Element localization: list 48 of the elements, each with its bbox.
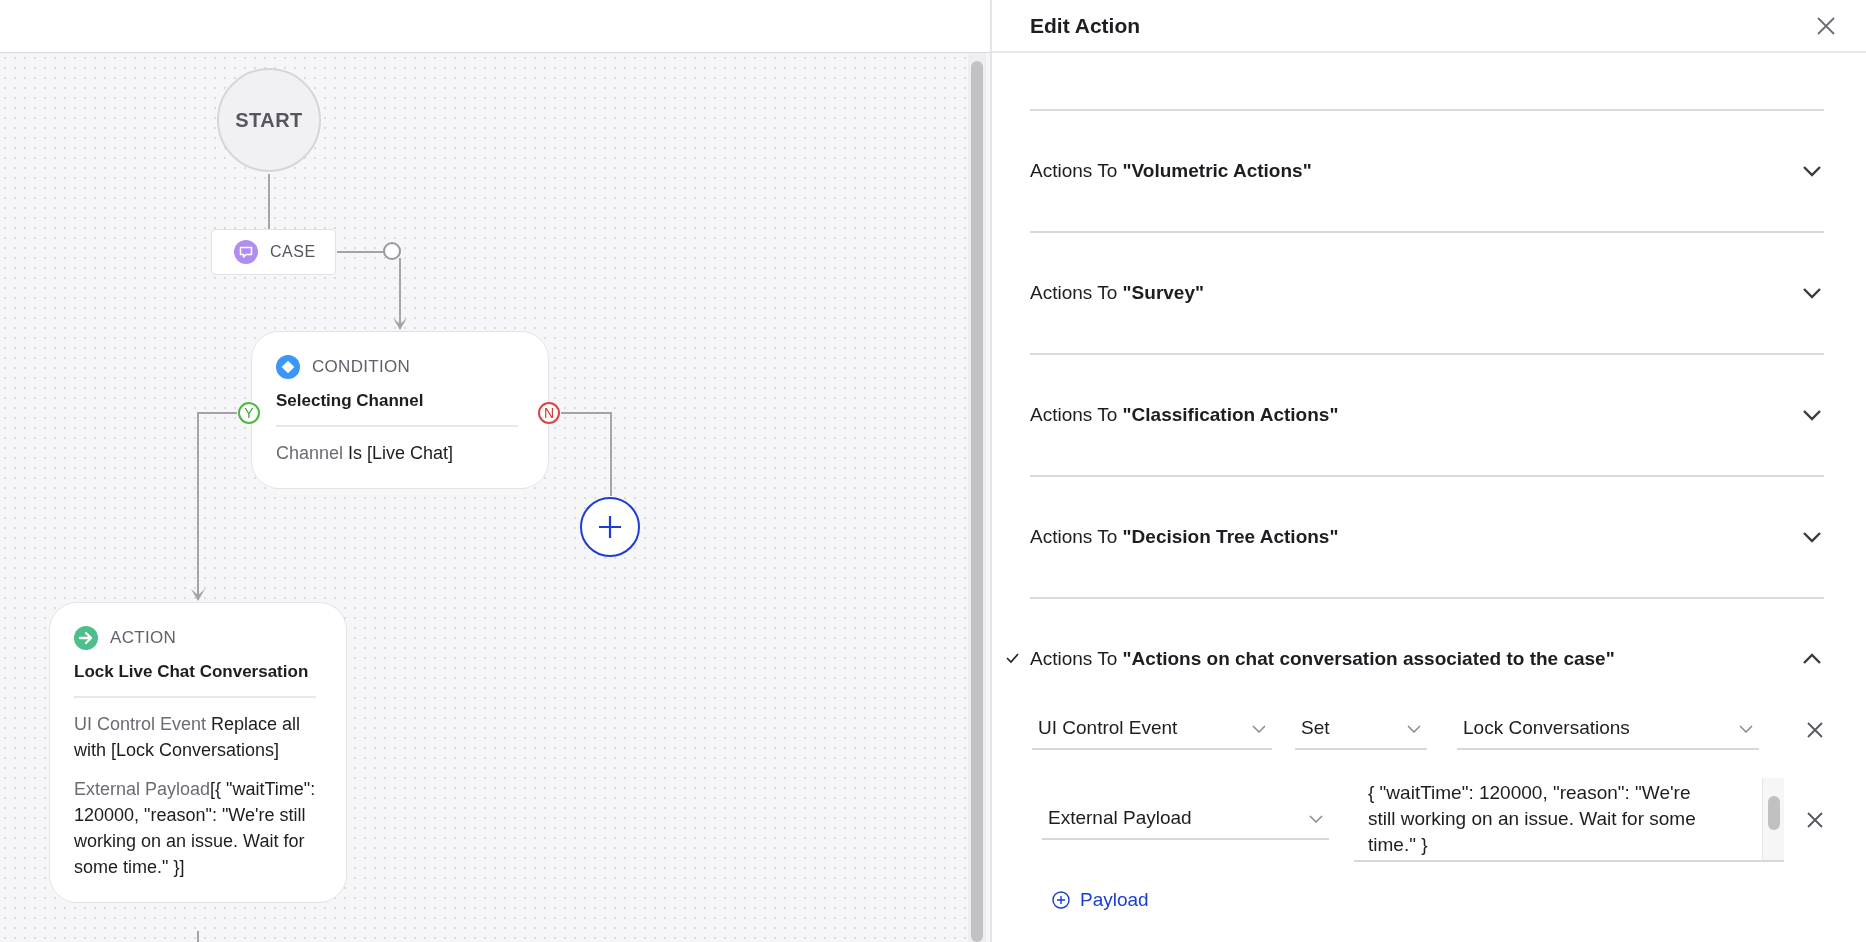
node-type-label: ACTION (110, 627, 177, 649)
add-payload-link[interactable]: Payload (1052, 885, 1149, 914)
section-title[interactable]: Actions To "Actions on chat conversation associated to the case" (1030, 645, 1615, 674)
connector-line (336, 251, 384, 253)
no-handle[interactable]: N (538, 402, 560, 424)
section-title[interactable]: Actions To "Classification Actions" (1030, 400, 1339, 430)
select-field[interactable]: Set (1295, 709, 1427, 750)
caret-icon (1309, 814, 1323, 823)
caret-icon (1407, 724, 1421, 733)
node-type-label: CONDITION (312, 356, 411, 378)
expand-toggle[interactable] (1802, 164, 1822, 178)
chevron-down-icon (1802, 530, 1822, 544)
close-icon (1816, 15, 1836, 36)
connector-line (197, 930, 199, 942)
expand-toggle[interactable] (1802, 408, 1822, 422)
panel-title: Edit Action (1030, 12, 1141, 39)
plus-circle-icon (1052, 890, 1070, 909)
section-title[interactable]: Actions To "Survey" (1030, 278, 1204, 308)
node-type-label: CASE (270, 242, 316, 262)
section-title[interactable]: Actions To "Volumetric Actions" (1030, 156, 1312, 186)
expand-toggle[interactable] (1802, 286, 1822, 300)
add-node-button[interactable] (580, 497, 640, 557)
trigger-node[interactable]: CASE (211, 229, 336, 275)
start-node[interactable]: START (217, 68, 321, 172)
node-detail: UI Control Event Replace all with [Lock Conversations] (74, 713, 302, 762)
action-card[interactable]: ACTION Lock Live Chat Conversation UI Control Event Replace all with [Lock Conversations] External Payload[{ "waitTime": 120000, "reason": "We're still working on an issue. Wait for some time." }] (49, 602, 347, 903)
section-title[interactable]: Actions To "Decision Tree Actions" (1030, 522, 1339, 552)
plus-icon (597, 514, 623, 540)
caret-icon (1739, 724, 1753, 733)
caret-icon (1252, 724, 1266, 733)
node-detail: External Payload[{ "waitTime": 120000, "reason": "We're still working on an issue. Wait for some time." }] (74, 778, 316, 879)
chevron-down-icon (1802, 164, 1822, 178)
node-title: Selecting Channel (276, 387, 518, 427)
chevron-down-icon (1802, 286, 1822, 300)
scrollbar[interactable] (968, 53, 986, 942)
scrollbar[interactable] (1762, 777, 1784, 862)
select-field[interactable]: Lock Conversations (1457, 709, 1759, 750)
close-icon (1806, 810, 1824, 829)
node-title: Lock Live Chat Conversation (74, 658, 316, 698)
connector-line (268, 173, 270, 230)
close-icon (1806, 720, 1824, 739)
chevron-down-icon (1802, 408, 1822, 422)
select-field[interactable]: External Payload (1042, 799, 1329, 840)
expand-toggle[interactable] (1802, 530, 1822, 544)
node-detail: Channel Is [Live Chat] (276, 442, 455, 465)
connector-handle[interactable] (383, 242, 401, 260)
select-field[interactable]: UI Control Event (1032, 709, 1272, 750)
chat-icon (234, 240, 258, 264)
